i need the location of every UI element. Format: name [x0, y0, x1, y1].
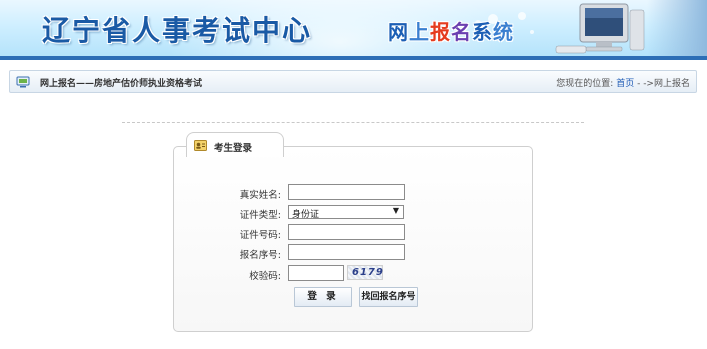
login-tab-label: 考生登录 [214, 143, 253, 154]
dropdown-arrow-icon: ▼ [392, 206, 399, 215]
id-number-input[interactable] [288, 224, 405, 240]
captcha-image[interactable]: 6179 [347, 265, 383, 280]
name-label: 真实姓名: [239, 190, 281, 201]
breadcrumb-separator: -> [643, 79, 654, 89]
breadcrumb-current: 网上报名 [653, 79, 690, 89]
system-title-char: 上 [409, 20, 430, 44]
system-title: 网上报名系统 [388, 16, 514, 45]
site-title: 辽宁省人事考试中心 [42, 14, 313, 47]
reg-number-input[interactable] [288, 244, 405, 260]
captcha-input[interactable] [288, 265, 344, 281]
name-input[interactable] [288, 184, 405, 200]
id-type-selected: 身份证 [292, 210, 320, 220]
breadcrumb: 您现在的位置: 首页 - ->网上报名 [556, 79, 690, 89]
system-title-char: 网 [388, 20, 409, 44]
login-panel-tab: 考生登录 [186, 132, 284, 157]
home-link[interactable]: 首页 [616, 79, 634, 89]
page-title: 网上报名——房地产估价师执业资格考试 [40, 79, 203, 89]
user-card-icon [194, 140, 207, 151]
location-prefix: 您现在的位置: [556, 79, 614, 89]
captcha-label: 校验码: [249, 271, 281, 282]
divider [122, 122, 584, 123]
captcha-code: 6179 [352, 267, 384, 278]
monitor-icon [16, 76, 30, 88]
id-type-label: 证件类型: [239, 210, 281, 221]
banner-underline [0, 56, 707, 60]
id-number-label: 证件号码: [239, 230, 281, 241]
system-title-char: 名 [451, 20, 472, 44]
id-type-select[interactable]: 身份证 ▼ [288, 205, 404, 220]
system-title-char: 统 [493, 20, 514, 44]
retrieve-reg-number-button[interactable]: 找回报名序号 [359, 287, 418, 307]
header-banner: 辽宁省人事考试中心 网上报名系统 [0, 0, 707, 56]
banner-fade [647, 0, 707, 56]
login-button[interactable]: 登 录 [294, 287, 352, 307]
reg-number-label: 报名序号: [239, 250, 281, 261]
system-title-char: 系 [472, 20, 493, 44]
system-title-char: 报 [430, 20, 451, 44]
breadcrumb-bar: 网上报名——房地产估价师执业资格考试 您现在的位置: 首页 - ->网上报名 [9, 70, 697, 93]
